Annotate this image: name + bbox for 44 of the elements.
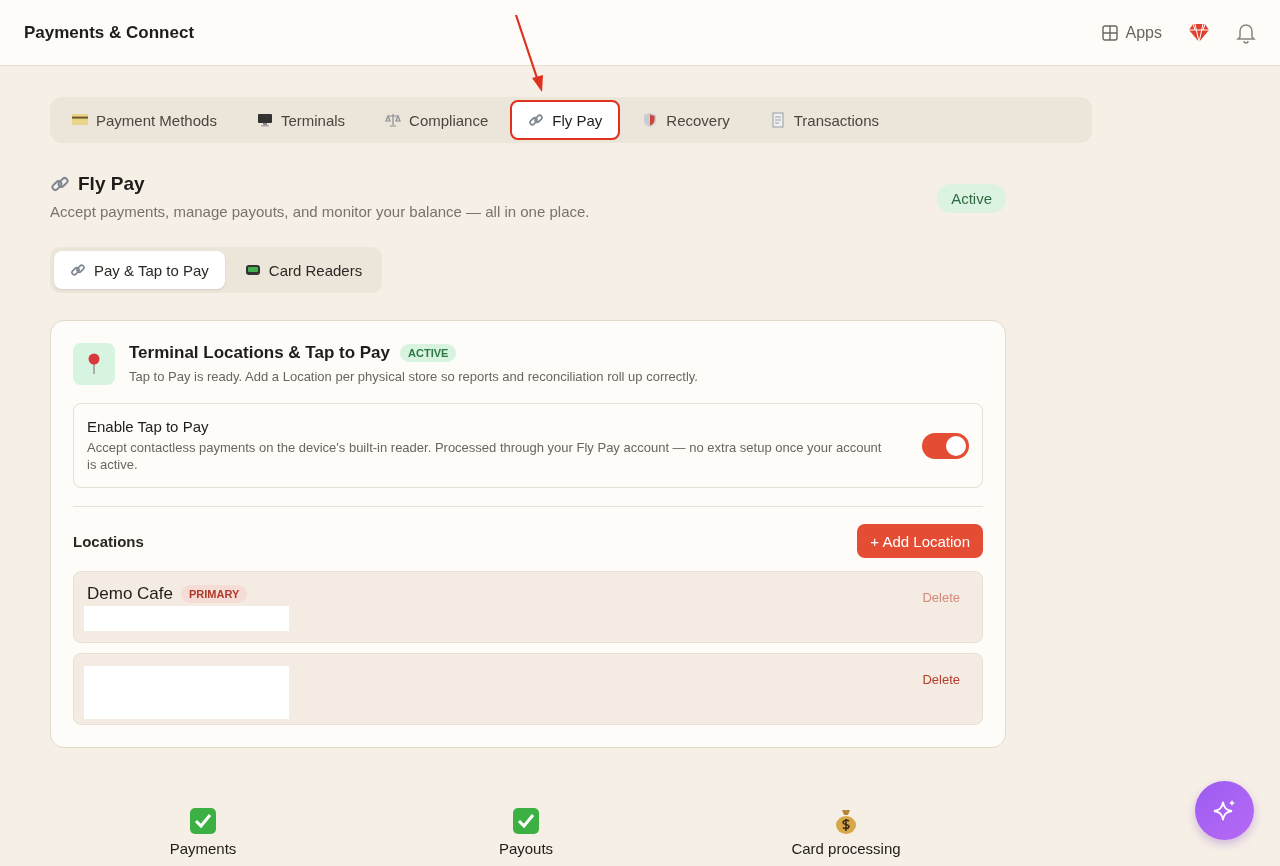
nav-tab[interactable]: Transactions [751, 100, 897, 140]
notification-bell-icon[interactable] [1236, 21, 1256, 44]
add-location-button[interactable]: + Add Location [857, 524, 983, 558]
card-title: Terminal Locations & Tap to Pay [129, 343, 391, 363]
status-badge: ACTIVE [400, 344, 457, 362]
primary-badge: PRIMARY [181, 585, 248, 603]
monitor-icon [256, 112, 273, 128]
grid-icon [1101, 24, 1118, 41]
setting-title: Enable Tap to Pay [87, 418, 210, 435]
receipt-icon [769, 112, 786, 128]
nav-tab[interactable]: Payment Methods [54, 100, 235, 140]
nav-tab[interactable]: Recovery [624, 100, 748, 140]
money-bag-icon [835, 808, 857, 834]
check-icon [513, 808, 539, 834]
pin-icon [87, 353, 101, 375]
stat-label: Payments [169, 840, 237, 857]
location-name: Demo Cafe [87, 584, 173, 604]
app-title: Payments & Connect [24, 22, 196, 43]
ai-assistant-button[interactable] [1195, 781, 1254, 840]
section-title: Fly Pay [78, 173, 145, 195]
locations-heading: Locations [73, 532, 144, 550]
nav-tab[interactable]: Terminals [238, 100, 364, 140]
setting-description: Accept contactless payments on the device's built-in reader. Processed through your Fly Pay account — no extra setup once your account is active. [87, 439, 883, 473]
credit-card-icon [72, 114, 88, 126]
shield-icon [642, 112, 659, 128]
card-description: Tap to Pay is ready. Add a Location per physical store so reports and reconciliation roll up correctly. [129, 369, 698, 384]
nav-tab[interactable]: Fly Pay [510, 100, 621, 140]
card-reader-icon [244, 262, 261, 278]
link-icon [70, 262, 86, 278]
link-icon [50, 174, 70, 194]
delete-button[interactable]: Delete [922, 672, 960, 687]
toggle-switch[interactable] [922, 432, 969, 459]
apps-button[interactable]: Apps [1101, 23, 1162, 42]
stat-label: Card processing [791, 840, 901, 857]
link-icon [528, 112, 545, 128]
section-subtitle: Accept payments, manage payouts, and monitor your balance — all in one place. [50, 203, 590, 220]
scales-icon [385, 112, 402, 128]
nav-tab[interactable]: Compliance [367, 100, 507, 140]
check-icon [190, 808, 216, 834]
gem-icon[interactable] [1188, 22, 1210, 43]
status-badge: Active [937, 184, 1006, 213]
sub-tab[interactable]: Pay & Tap to Pay [54, 251, 225, 289]
stat-label: Payouts [498, 840, 554, 857]
sub-tab[interactable]: Card Readers [228, 251, 379, 289]
